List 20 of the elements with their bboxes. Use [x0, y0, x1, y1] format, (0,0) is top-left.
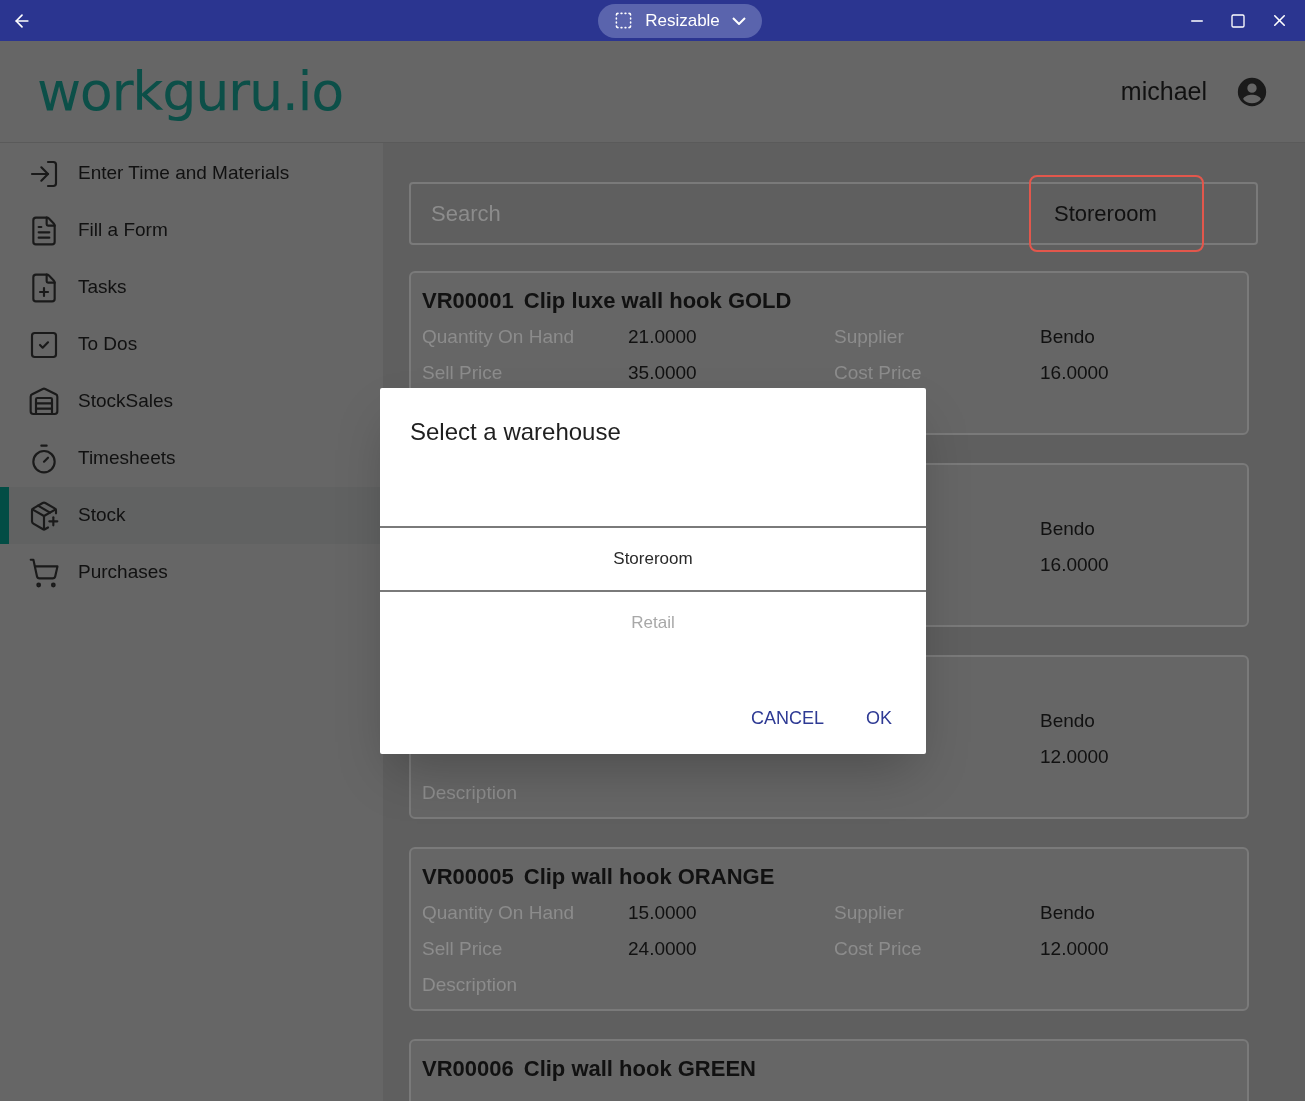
product-code: VR00005 [422, 862, 514, 891]
field-value: 12.0000 [1040, 744, 1109, 769]
product-name: Clip luxe wall hook GOLD [523, 286, 792, 315]
product-name: Clip wall hook ORANGE [523, 862, 775, 891]
product-code: VR00006 [422, 1054, 514, 1083]
field-value: 16.0000 [1040, 552, 1109, 577]
field-value: 35.0000 [628, 360, 697, 385]
product-code: VR00001 [422, 286, 514, 315]
field-value: Bendo [1040, 324, 1095, 349]
field-value: Bendo [1040, 708, 1095, 733]
field-value: Bendo [1040, 900, 1095, 925]
field-value: 21.0000 [628, 324, 697, 349]
logo: workguru.io [37, 64, 343, 119]
field-value: 15.0000 [628, 900, 697, 925]
field-value: 16.0000 [1040, 360, 1109, 385]
field-value: 24.0000 [628, 936, 697, 961]
product-name: Clip wall hook GREEN [523, 1054, 756, 1083]
field-value: 12.0000 [1040, 936, 1109, 961]
field-value: Bendo [1040, 516, 1095, 541]
user-name: michael [1120, 75, 1207, 107]
